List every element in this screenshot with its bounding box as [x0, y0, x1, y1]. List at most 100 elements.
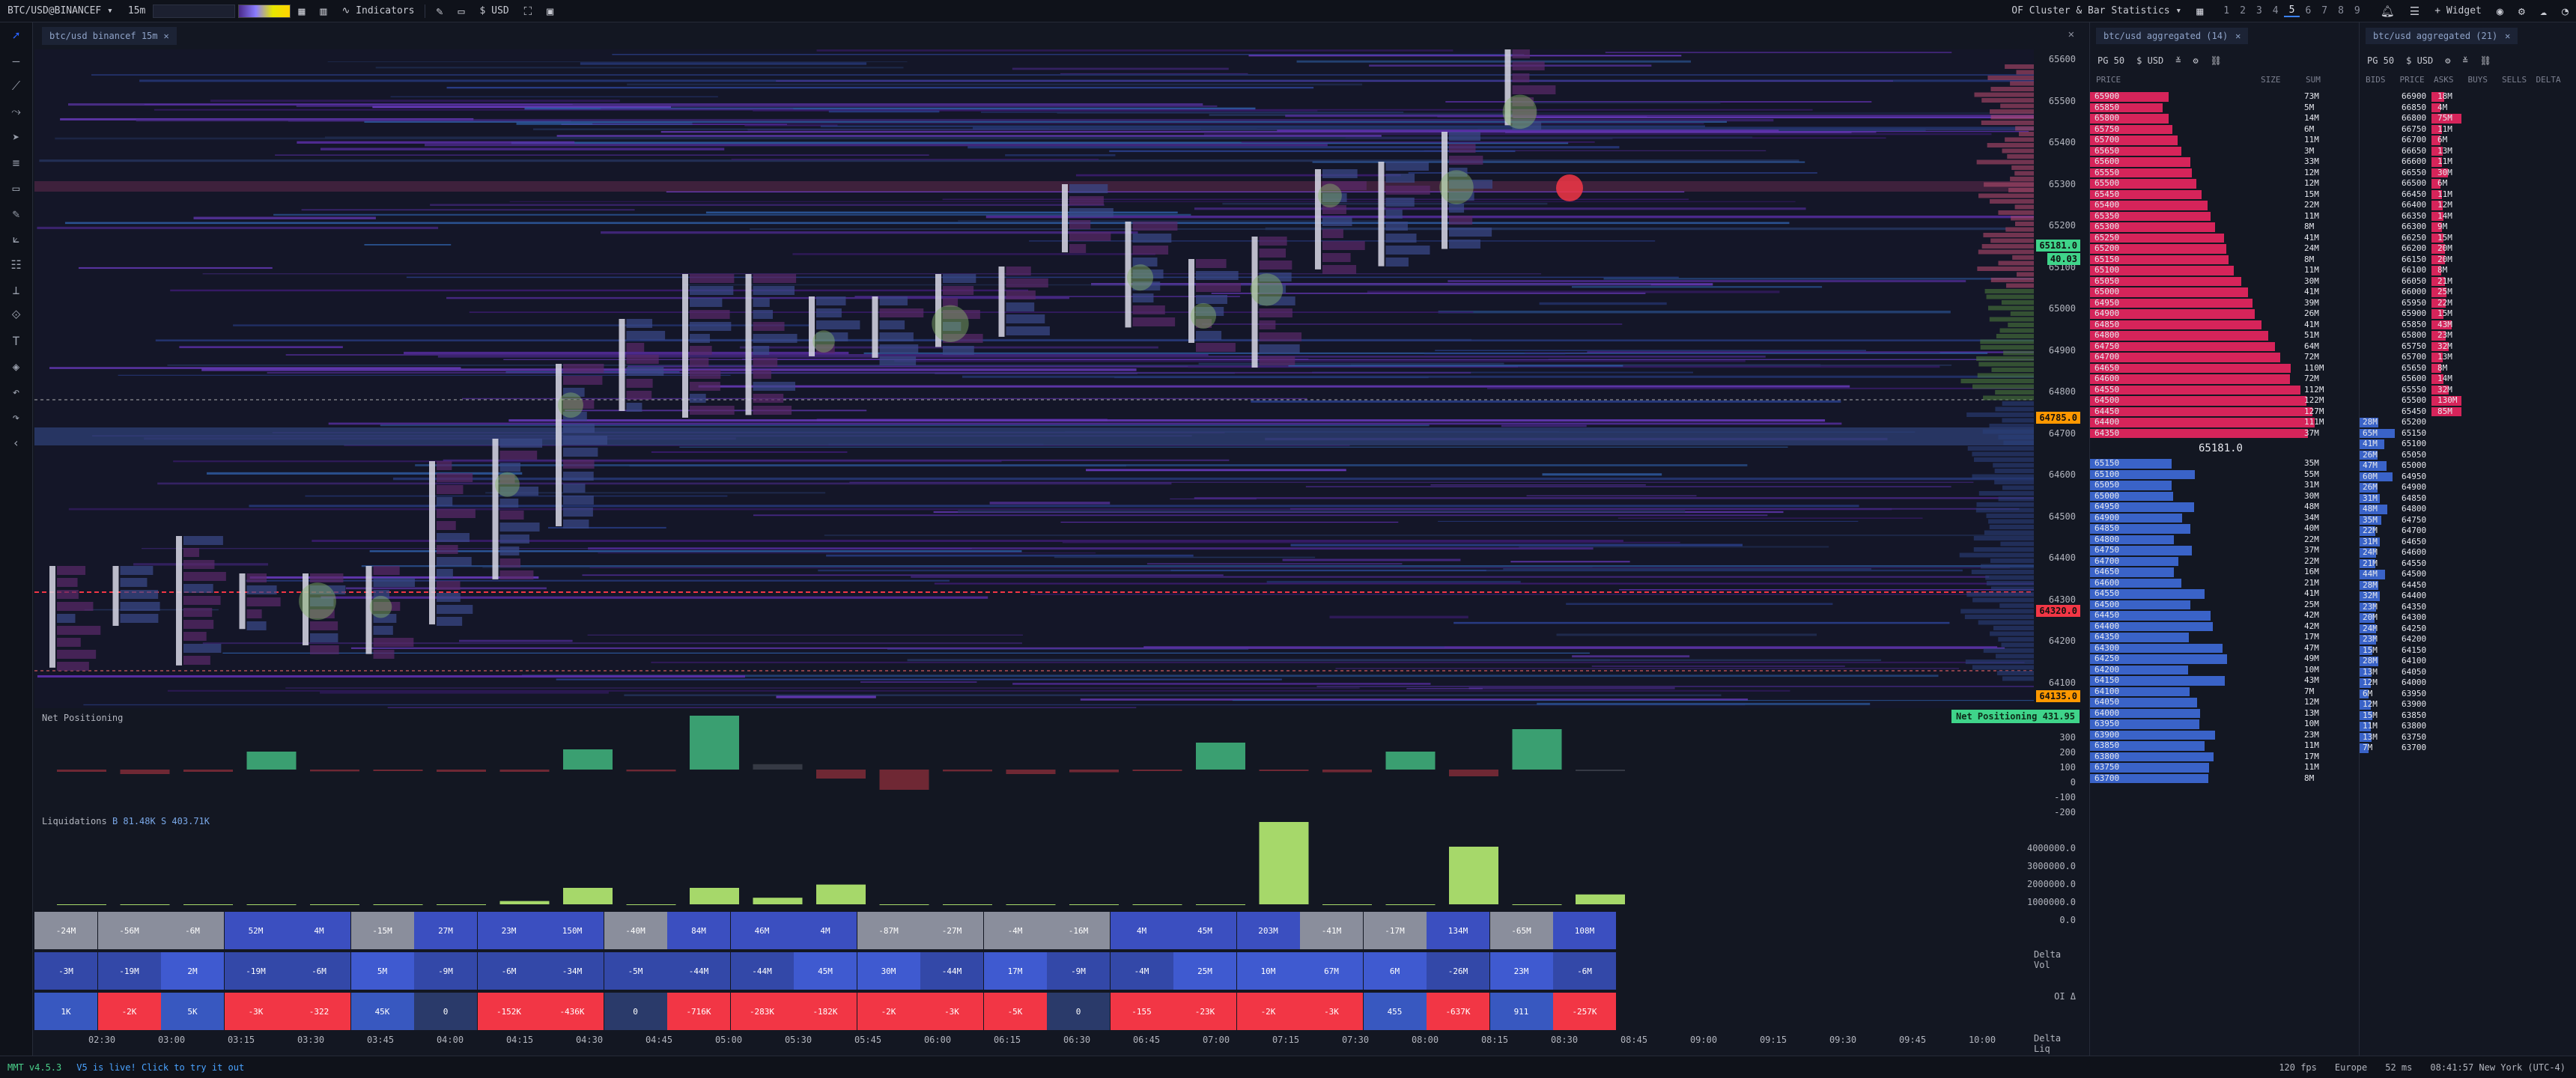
bid-row[interactable]: 64350 17M [2090, 632, 2351, 643]
bid-row[interactable]: 31M 64650 [2360, 537, 2576, 548]
ask-row[interactable]: 65750 32M [2360, 341, 2576, 353]
fib-icon[interactable]: ☷ [0, 252, 32, 277]
link-icon[interactable]: ⛓ [2480, 55, 2491, 66]
forecast-icon[interactable]: ⟐ [0, 302, 32, 328]
ask-row[interactable]: 65400 22M [2090, 200, 2351, 211]
bid-row[interactable]: 11M 63800 [2360, 721, 2576, 732]
link-icon[interactable]: ⛓ [2211, 55, 2222, 66]
bid-row[interactable]: 65M 65150 [2360, 428, 2576, 439]
currency-button[interactable]: $ USD [473, 0, 517, 22]
settings-icon[interactable]: ⚙ [2511, 0, 2533, 22]
bid-row[interactable]: 26M 64900 [2360, 482, 2576, 493]
bid-row[interactable]: 12M 64000 [2360, 677, 2576, 689]
menu-icon[interactable]: ☰ [2402, 0, 2427, 22]
bid-row[interactable]: 28M 64450 [2360, 580, 2576, 591]
bid-row[interactable]: 63800 17M [2090, 752, 2351, 763]
ask-row[interactable]: 64500 122M [2090, 395, 2351, 406]
v5-live-link[interactable]: V5 is live! Click to try it out [76, 1062, 244, 1073]
bid-row[interactable]: 24M 64600 [2360, 547, 2576, 558]
heatmap-gradient[interactable] [238, 4, 291, 18]
ask-row[interactable]: 65800 14M [2090, 113, 2351, 124]
ask-row[interactable]: 64450 127M [2090, 406, 2351, 418]
ask-row[interactable]: 64950 39M [2090, 298, 2351, 309]
bid-row[interactable]: 41M 65100 [2360, 439, 2576, 450]
bid-row[interactable]: 31M 64850 [2360, 493, 2576, 505]
bid-row[interactable]: 64150 43M [2090, 675, 2351, 686]
bid-row[interactable]: 64950 48M [2090, 502, 2351, 513]
ask-row[interactable]: 66550 30M [2360, 168, 2576, 179]
workspace-1[interactable]: 1 [2218, 5, 2235, 16]
settings-icon[interactable]: ⚙ [2445, 55, 2450, 66]
ask-row[interactable]: 65500 130M [2360, 395, 2576, 406]
ask-row[interactable]: 66700 6M [2360, 135, 2576, 146]
bid-row[interactable]: 65150 35M [2090, 458, 2351, 469]
widget-button[interactable]: + Widget [2427, 0, 2489, 22]
ask-row[interactable]: 65650 3M [2090, 146, 2351, 157]
ask-row[interactable]: 65550 12M [2090, 168, 2351, 179]
bid-row[interactable]: 64700 22M [2090, 556, 2351, 567]
timeframe-selector[interactable]: 15m [121, 0, 153, 22]
redo-icon[interactable]: ↷ [0, 404, 32, 430]
bid-row[interactable]: 60M 64950 [2360, 472, 2576, 483]
bid-row[interactable]: 23M 64350 [2360, 602, 2576, 613]
bid-row[interactable]: 21M 64550 [2360, 558, 2576, 570]
bid-row[interactable]: 64000 13M [2090, 708, 2351, 719]
fullscreen-icon[interactable]: ⛶ [517, 0, 540, 22]
ask-row[interactable]: 65800 23M [2360, 330, 2576, 341]
brush-icon[interactable]: ✎ [0, 201, 32, 226]
ask-row[interactable]: 64600 72M [2090, 374, 2351, 385]
ask-row[interactable]: 65600 33M [2090, 156, 2351, 168]
ask-row[interactable]: 66050 21M [2360, 276, 2576, 287]
search-field[interactable] [153, 4, 236, 18]
grid-icon[interactable]: ▦ [2189, 0, 2211, 22]
bid-row[interactable]: 65100 55M [2090, 469, 2351, 481]
ask-row[interactable]: 66200 20M [2360, 243, 2576, 255]
symbol-selector[interactable]: BTC/USD@BINANCEF ▾ [0, 0, 121, 22]
folder-icon[interactable]: ▭ [450, 0, 472, 22]
ask-row[interactable]: 65600 14M [2360, 374, 2576, 385]
ask-row[interactable]: 66650 13M [2360, 146, 2576, 157]
bid-row[interactable]: 64550 41M [2090, 588, 2351, 600]
ask-row[interactable]: 65550 32M [2360, 385, 2576, 396]
ask-row[interactable]: 65500 12M [2090, 178, 2351, 189]
ask-row[interactable]: 64900 26M [2090, 308, 2351, 320]
pencil-icon[interactable]: ✎ [428, 0, 450, 22]
bid-row[interactable]: 63700 8M [2090, 773, 2351, 785]
bid-row[interactable]: 13M 63750 [2360, 732, 2576, 743]
text-icon[interactable]: T [0, 328, 32, 353]
rectangle-icon[interactable]: ▭ [0, 175, 32, 201]
ask-row[interactable]: 65350 11M [2090, 211, 2351, 222]
bid-row[interactable]: 48M 64800 [2360, 504, 2576, 515]
ask-row[interactable]: 64700 72M [2090, 352, 2351, 363]
tool-selector[interactable]: OF Cluster & Bar Statistics ▾ [2004, 0, 2189, 22]
save-icon[interactable]: ▣ [539, 0, 561, 22]
close-icon[interactable]: ✕ [2505, 31, 2510, 41]
dom1-grouping[interactable]: PG 50 [2097, 55, 2124, 66]
bid-row[interactable]: 64650 16M [2090, 567, 2351, 578]
cloud-icon[interactable]: ☁ [2533, 0, 2554, 22]
bid-row[interactable]: 64500 25M [2090, 600, 2351, 611]
indicators-button[interactable]: ∿ Indicators [334, 0, 422, 22]
bid-row[interactable]: 63750 11M [2090, 762, 2351, 773]
workspace-6[interactable]: 6 [2300, 5, 2316, 16]
ask-row[interactable]: 65250 41M [2090, 233, 2351, 244]
chart-type-icon[interactable]: ▦ [291, 0, 312, 22]
bell-icon[interactable]: 🔔︎ [2373, 0, 2402, 22]
ask-row[interactable]: 65150 8M [2090, 255, 2351, 266]
bid-row[interactable]: 64800 22M [2090, 535, 2351, 546]
arrow-icon[interactable]: ➤ [0, 124, 32, 150]
bid-row[interactable]: 23M 64200 [2360, 634, 2576, 645]
ray-icon[interactable]: ⟋ [0, 73, 32, 99]
ask-row[interactable]: 66350 14M [2360, 211, 2576, 222]
ask-row[interactable]: 65450 85M [2360, 406, 2576, 418]
ask-row[interactable]: 65950 22M [2360, 298, 2576, 309]
ask-row[interactable]: 64800 51M [2090, 330, 2351, 341]
ask-row[interactable]: 65450 15M [2090, 189, 2351, 201]
bid-row[interactable]: 15M 63850 [2360, 710, 2576, 722]
workspace-4[interactable]: 4 [2267, 5, 2284, 16]
ask-row[interactable]: 65700 11M [2090, 135, 2351, 146]
bid-row[interactable]: 64850 40M [2090, 523, 2351, 535]
bid-row[interactable]: 28M 64100 [2360, 656, 2576, 667]
bid-row[interactable]: 63950 10M [2090, 719, 2351, 730]
bid-row[interactable]: 64050 12M [2090, 697, 2351, 708]
